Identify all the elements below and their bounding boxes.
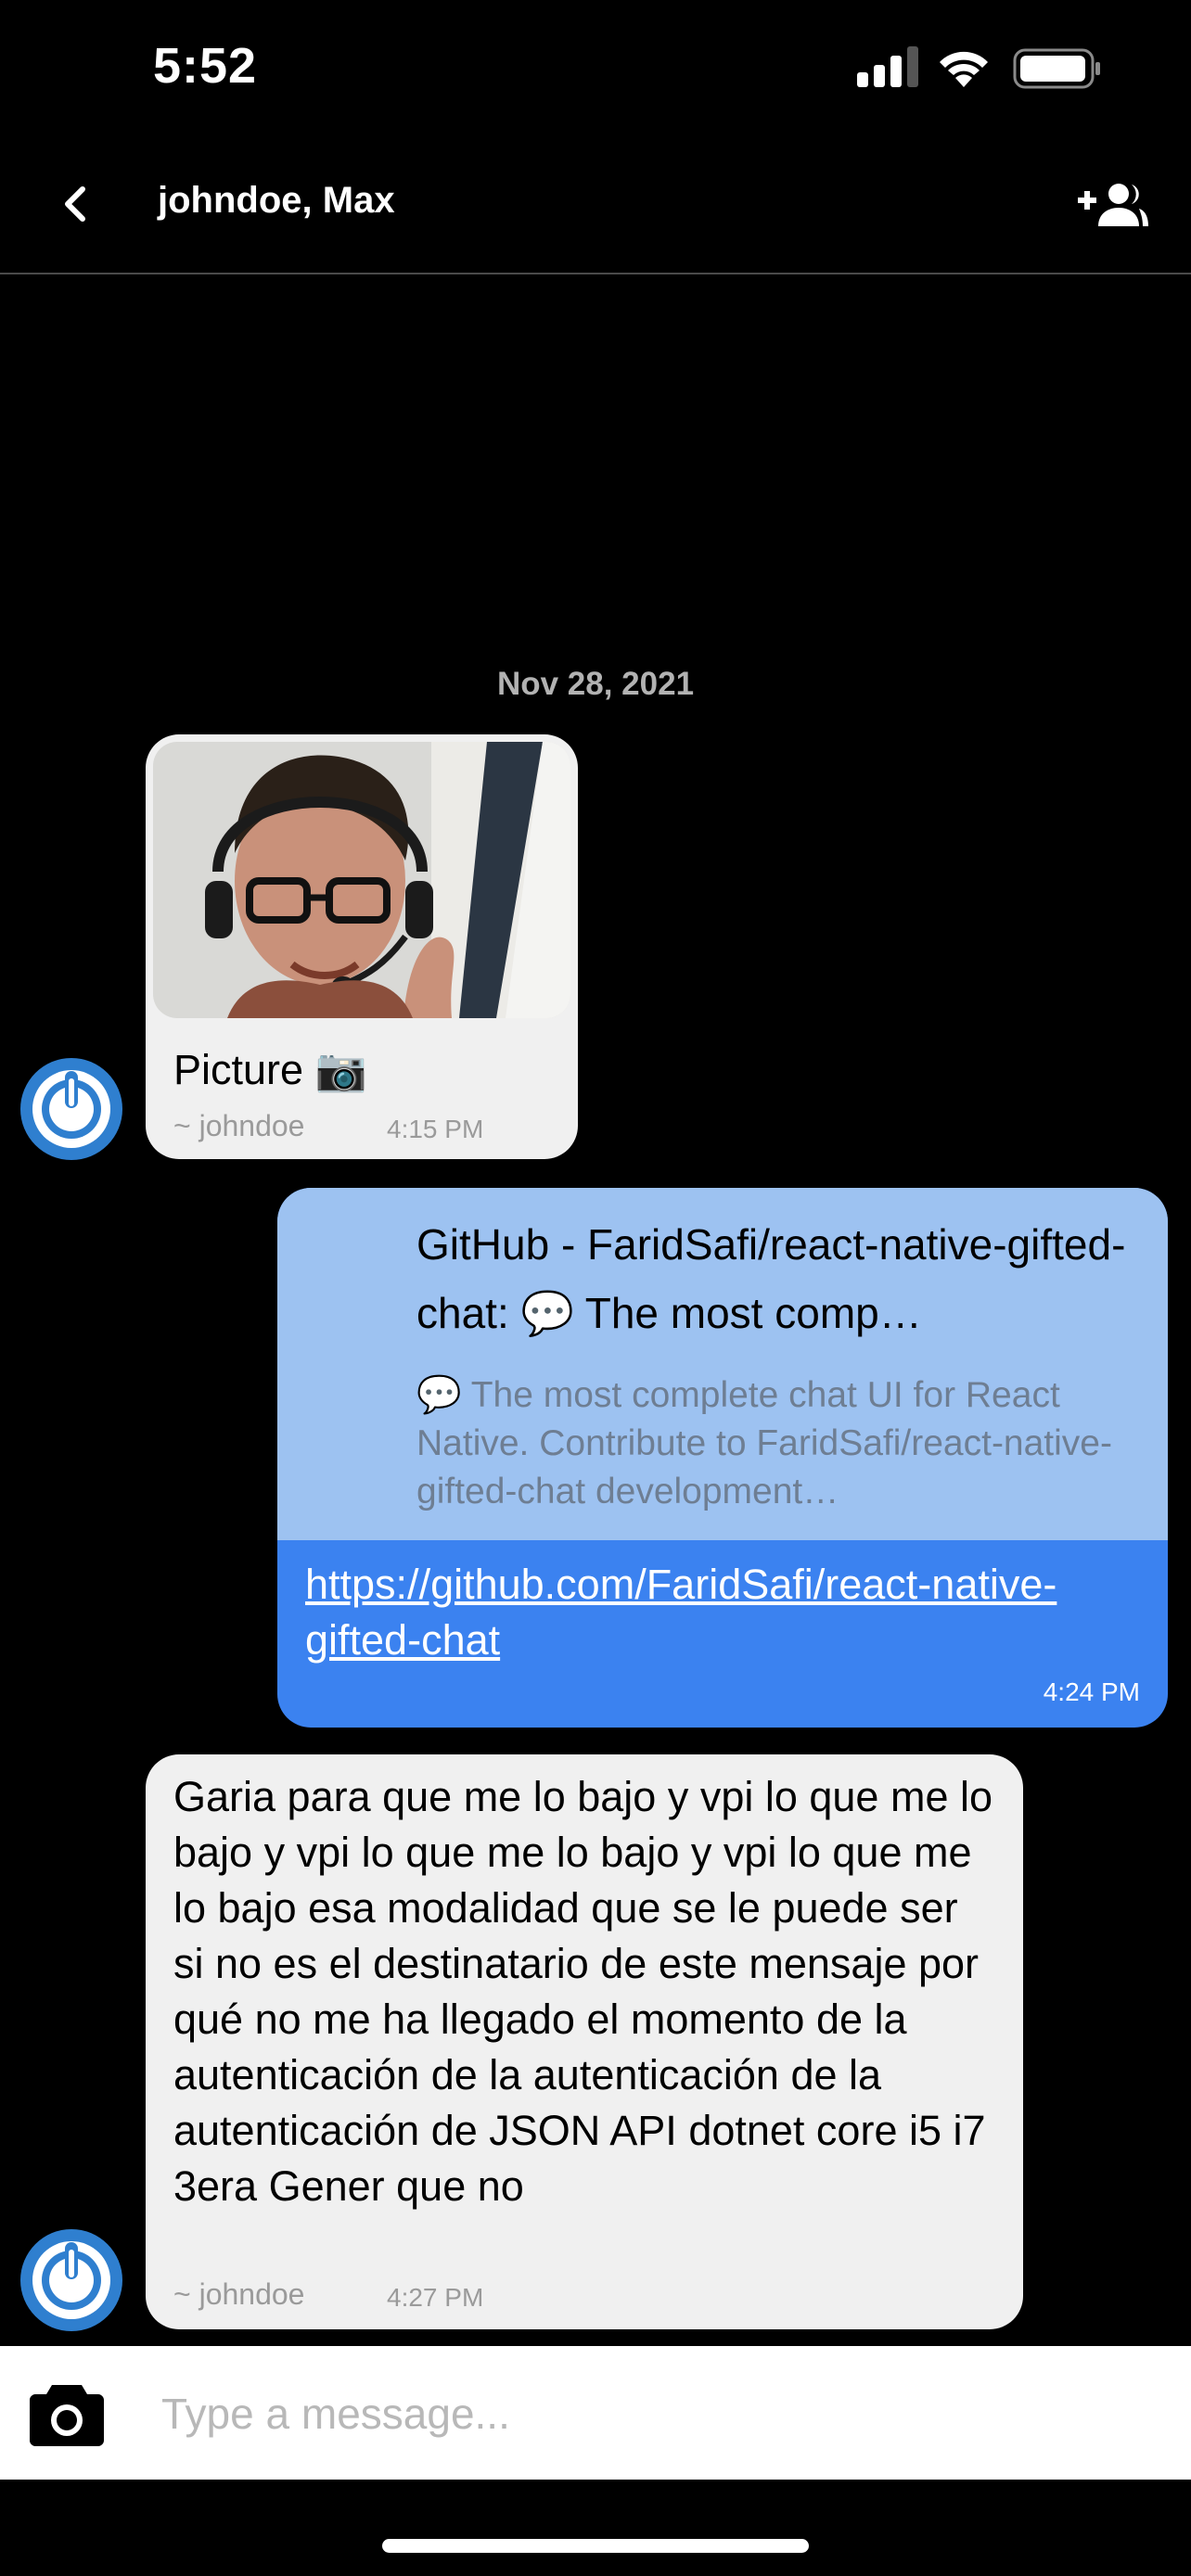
message-photo[interactable] [153,742,570,1018]
avatar[interactable] [20,2229,122,2331]
message-time: 4:27 PM [387,2283,484,2312]
text-message-bubble[interactable]: Garia para que me lo bajo y vpi lo que m… [146,1754,1023,2329]
message-time: 4:24 PM [1043,1677,1140,1706]
image-message-bubble[interactable]: Picture 📷 ~ johndoe 4:15 PM [146,734,578,1159]
add-person-icon [1078,184,1148,226]
avatar[interactable] [20,1058,122,1160]
link-message-bubble[interactable]: GitHub - FaridSafi/react-native-gifted-c… [277,1188,1168,1728]
message-time: 4:15 PM [387,1115,484,1143]
wifi-icon [940,51,988,87]
chat-header: johndoe, Max [0,139,1191,274]
message-username: ~ johndoe [173,2277,305,2311]
chat-title: johndoe, Max [158,180,395,221]
link-preview-description: 💬 The most complete chat UI for React Na… [416,1375,1112,1511]
link-preview-title: GitHub - FaridSafi/react-native-gifted-c… [416,1220,1126,1337]
message-text: Garia para que me lo bajo y vpi lo que m… [173,1773,992,2210]
power-icon [32,1070,110,1148]
power-icon [32,2241,110,2319]
camera-button[interactable] [26,2374,108,2452]
add-participant-button[interactable] [1076,172,1150,237]
status-time: 5:52 [153,38,258,94]
message-text: Picture 📷 [173,1046,367,1093]
signal-icon [857,46,918,87]
camera-icon [30,2385,104,2446]
back-button[interactable] [46,176,102,232]
message-composer [0,2346,1191,2480]
date-separator: Nov 28, 2021 [496,666,695,702]
battery-icon [1013,48,1100,89]
message-username: ~ johndoe [173,1109,305,1142]
status-bar: 5:52 [0,0,1191,139]
home-indicator[interactable] [382,2539,809,2553]
link-preview-card[interactable]: GitHub - FaridSafi/react-native-gifted-c… [277,1188,1168,1540]
chevron-left-icon [65,186,85,222]
message-input[interactable] [160,2374,1156,2454]
message-link[interactable]: https://github.com/FaridSafi/react-nativ… [305,1557,1149,1668]
